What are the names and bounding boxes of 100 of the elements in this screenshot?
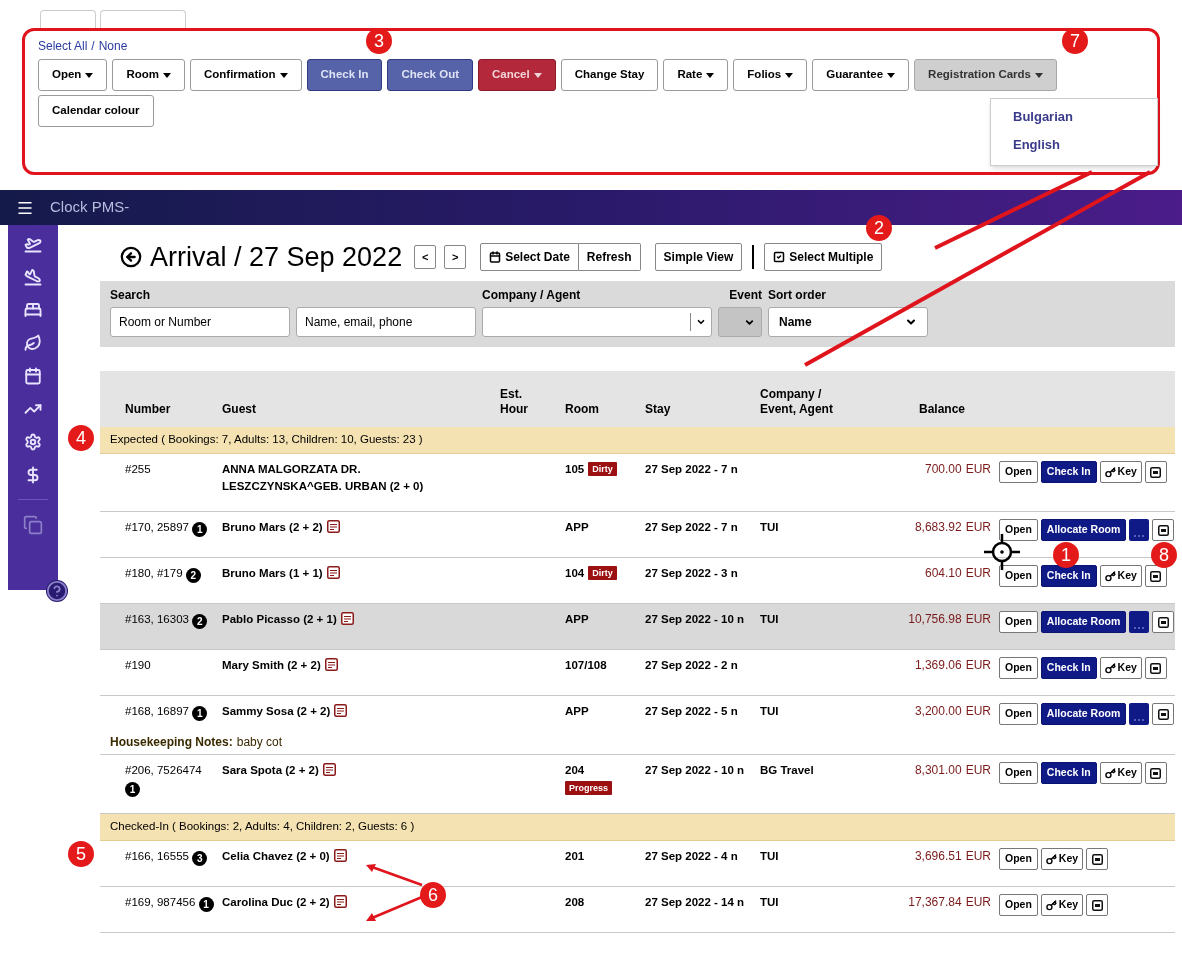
dropdown-item[interactable]: English <box>1013 135 1157 163</box>
check-in-button[interactable]: Check In <box>1040 461 1097 483</box>
help-icon[interactable] <box>46 580 68 602</box>
open-button[interactable]: Open <box>999 894 1038 916</box>
key-button[interactable]: Key <box>1099 461 1142 483</box>
company-name: TUI <box>760 850 779 862</box>
print-button[interactable] <box>1144 565 1167 587</box>
toolbar-button[interactable]: Registration Cards <box>914 59 1057 91</box>
check-in-button[interactable]: Check In <box>1040 762 1097 784</box>
next-button[interactable]: > <box>444 245 467 269</box>
print-button[interactable] <box>1144 461 1167 483</box>
company-name: TUI <box>760 705 779 717</box>
key-button[interactable]: Key <box>1099 762 1142 784</box>
open-button[interactable]: Open <box>999 611 1038 633</box>
calendar-icon <box>489 251 502 263</box>
room-search-field[interactable]: Room or Number <box>110 307 290 337</box>
toolbar-button[interactable]: Calendar colour <box>38 95 154 127</box>
more-button[interactable] <box>1129 611 1150 633</box>
guest-search-field[interactable]: Name, email, phone <box>296 307 476 337</box>
print-button[interactable] <box>1152 611 1175 633</box>
guest-name[interactable]: Bruno Mars (2 + 2) <box>222 519 323 536</box>
key-button[interactable]: Key <box>1040 848 1084 870</box>
print-button[interactable] <box>1152 519 1175 541</box>
settings-icon[interactable] <box>24 433 42 451</box>
calendar-icon[interactable] <box>24 367 42 385</box>
room-number: APP <box>565 521 589 533</box>
toolbar-button[interactable]: Check Out <box>387 59 473 91</box>
note-icon[interactable] <box>334 704 348 717</box>
more-button[interactable] <box>1129 519 1150 541</box>
guest-name[interactable]: Sammy Sosa (2 + 2) <box>222 703 331 720</box>
select-multiple-button[interactable]: Select Multiple <box>764 243 883 271</box>
callout-arrow <box>366 895 423 921</box>
guest-name[interactable]: Mary Smith (2 + 2) <box>222 657 321 674</box>
select-date-button[interactable]: Select Date <box>480 243 579 271</box>
tray-icon <box>1150 570 1162 582</box>
note-icon[interactable] <box>324 658 338 671</box>
leaf-icon[interactable] <box>24 334 42 352</box>
stay-dates: 27 Sep 2022 - 10 n <box>645 613 745 625</box>
key-button[interactable]: Key <box>1099 565 1142 587</box>
room-number: 208 <box>565 896 585 908</box>
open-button[interactable]: Open <box>999 565 1038 587</box>
toolbar-button[interactable]: Folios <box>733 59 808 91</box>
key-button[interactable]: Key <box>1099 657 1142 679</box>
open-button[interactable]: Open <box>999 703 1038 725</box>
landing-icon[interactable] <box>24 268 42 286</box>
select-all-link[interactable]: Select All <box>38 37 88 55</box>
allocate-room-button[interactable]: Allocate Room <box>1040 519 1127 541</box>
print-button[interactable] <box>1086 894 1109 916</box>
toolbar-button[interactable]: Cancel <box>478 59 556 91</box>
guest-name[interactable]: Pablo Picasso (2 + 1) <box>222 611 337 628</box>
print-button[interactable] <box>1144 762 1167 784</box>
refresh-button[interactable]: Refresh <box>578 243 641 271</box>
pages-icon[interactable] <box>23 515 43 535</box>
allocate-room-button[interactable]: Allocate Room <box>1040 611 1127 633</box>
toolbar-button[interactable]: Check In <box>306 59 383 91</box>
note-icon[interactable] <box>333 895 347 908</box>
booking-row[interactable]: #163, 16303 2 Pablo Picasso (2 + 1) APP 27 Sep 2022 - 10 n TUI 10,756.98 EUR Open Allocate Room <box>100 604 1175 650</box>
bed-icon[interactable] <box>24 301 42 319</box>
count-badge: 1 <box>198 897 214 912</box>
toolbar-button[interactable]: Open <box>38 59 108 91</box>
open-button[interactable]: Open <box>999 657 1038 679</box>
tray-icon <box>1091 899 1103 911</box>
toolbar-button[interactable]: Change Stay <box>560 59 659 91</box>
check-in-button[interactable]: Check In <box>1040 565 1097 587</box>
open-button[interactable]: Open <box>999 461 1038 483</box>
toolbar-button[interactable]: Room <box>112 59 185 91</box>
toolbar-button[interactable]: Confirmation <box>190 59 302 91</box>
print-button[interactable] <box>1144 657 1167 679</box>
check-in-button[interactable]: Check In <box>1040 657 1097 679</box>
guest-name[interactable]: Sara Spota (2 + 2) <box>222 762 319 779</box>
guest-name[interactable]: Celia Chavez (2 + 0) <box>222 848 330 865</box>
note-icon[interactable] <box>333 849 347 862</box>
key-button[interactable]: Key <box>1040 894 1084 916</box>
note-icon[interactable] <box>340 612 354 625</box>
more-button[interactable] <box>1129 703 1150 725</box>
back-icon[interactable] <box>120 246 142 268</box>
print-button[interactable] <box>1086 848 1109 870</box>
toolbar-button[interactable]: Rate <box>663 59 729 91</box>
note-icon[interactable] <box>326 566 340 579</box>
select-none-link[interactable]: None <box>98 37 128 55</box>
simple-view-button[interactable]: Simple View <box>654 243 743 271</box>
print-button[interactable] <box>1152 703 1175 725</box>
dropdown-item[interactable]: Bulgarian <box>1013 107 1157 135</box>
open-button[interactable]: Open <box>999 762 1038 784</box>
note-icon[interactable] <box>322 763 336 776</box>
guest-name[interactable]: Carolina Duc (2 + 2) <box>222 894 330 911</box>
room-number: APP <box>565 705 589 717</box>
guest-name[interactable]: Bruno Mars (1 + 1) <box>222 565 323 582</box>
guest-name[interactable]: ANNA MALGORZATA DR. LESZCZYNSKA^GEB. URBAN (2 + 0) <box>222 461 472 495</box>
balance-amount: 10,756.98 <box>908 611 962 628</box>
toolbar-button[interactable]: Guarantee <box>812 59 910 91</box>
note-icon[interactable] <box>326 520 340 533</box>
open-button[interactable]: Open <box>999 519 1038 541</box>
previous-button[interactable]: < <box>414 245 437 269</box>
room-number: APP <box>565 613 589 625</box>
open-button[interactable]: Open <box>999 848 1038 870</box>
takeoff-icon[interactable] <box>24 235 42 253</box>
allocate-room-button[interactable]: Allocate Room <box>1040 703 1127 725</box>
balance-amount: 1,369.06 <box>914 657 962 674</box>
sort-order-select[interactable]: Name <box>768 307 928 337</box>
